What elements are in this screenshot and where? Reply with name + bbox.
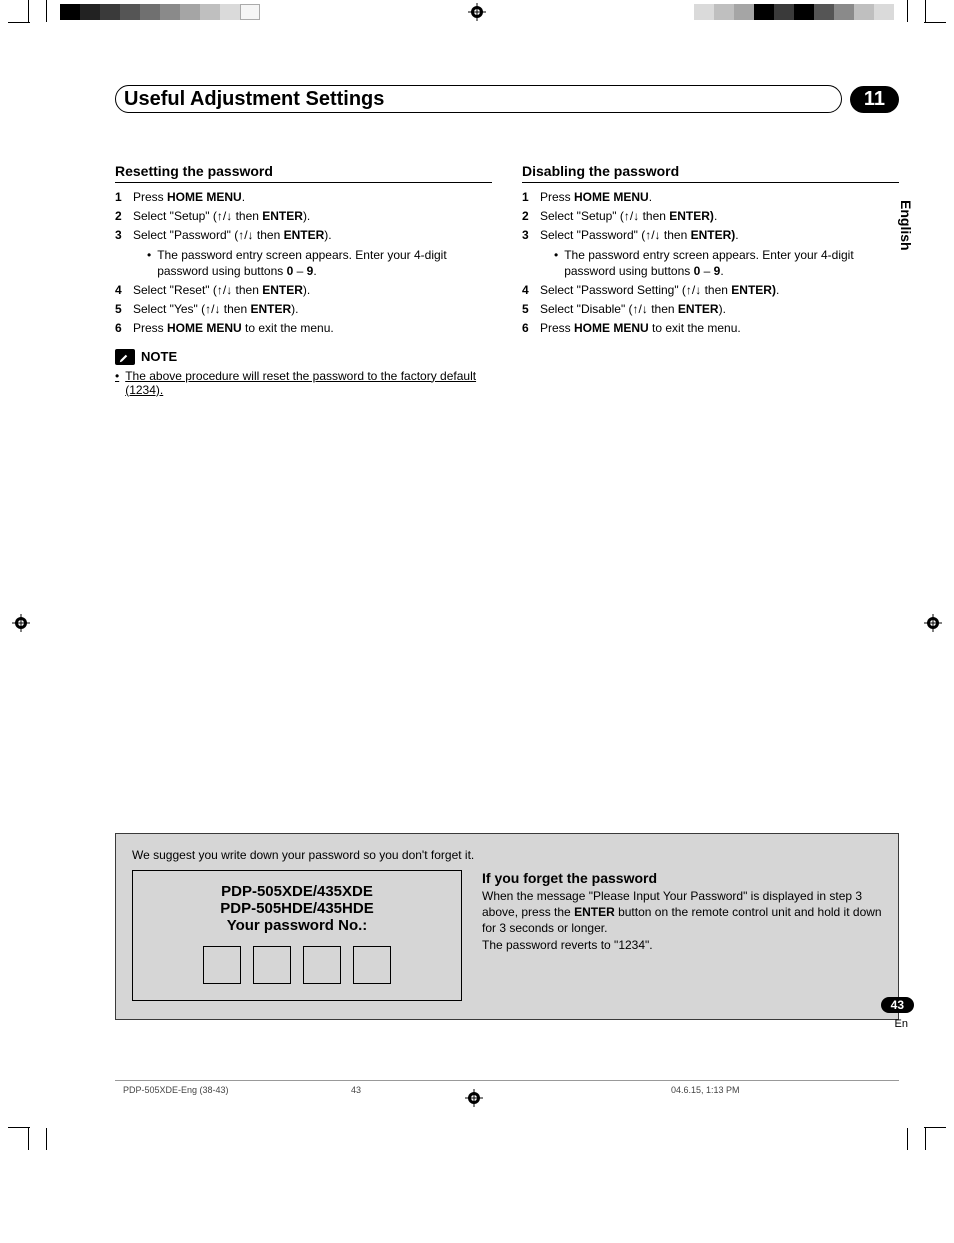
forgot-heading: If you forget the password	[482, 870, 882, 886]
step-number: 3	[115, 227, 133, 243]
forgot-text-2: The password reverts to "1234".	[482, 937, 882, 953]
step-text: Select "Yes" (↑/↓ then ENTER).	[133, 301, 492, 317]
step-number: 4	[522, 282, 540, 298]
step-item: 6Press HOME MENU to exit the menu.	[522, 320, 899, 336]
step-item: 5Select "Yes" (↑/↓ then ENTER).	[115, 301, 492, 317]
step-item: 3Select "Password" (↑/↓ then ENTER).	[522, 227, 899, 243]
model-line-2: PDP-505HDE/435HDE	[147, 900, 447, 917]
step-item: 4Select "Reset" (↑/↓ then ENTER).	[115, 282, 492, 298]
password-digit-box	[253, 946, 291, 984]
note-text: The above procedure will reset the passw…	[115, 369, 492, 397]
step-text: Select "Reset" (↑/↓ then ENTER).	[133, 282, 492, 298]
color-bar-right	[694, 4, 894, 20]
footer-doc-id: PDP-505XDE-Eng (38-43)	[115, 1085, 351, 1095]
step-text: Press HOME MENU.	[133, 189, 492, 205]
step-text: Select "Disable" (↑/↓ then ENTER).	[540, 301, 899, 317]
steps-disable: 1Press HOME MENU.2Select "Setup" (↑/↓ th…	[522, 189, 899, 337]
footer-timestamp: 04.6.15, 1:13 PM	[581, 1085, 899, 1095]
step-number: 1	[522, 189, 540, 205]
note-header: NOTE	[115, 349, 492, 365]
step-item: 1Press HOME MENU.	[115, 189, 492, 205]
step-number: 6	[522, 320, 540, 336]
password-label: Your password No.:	[147, 917, 447, 934]
language-tab: English	[898, 200, 914, 251]
step-number: 2	[522, 208, 540, 224]
step-text: Press HOME MENU.	[540, 189, 899, 205]
steps-reset: 1Press HOME MENU.2Select "Setup" (↑/↓ th…	[115, 189, 492, 337]
step-item: 2Select "Setup" (↑/↓ then ENTER).	[115, 208, 492, 224]
chapter-number-badge: 11	[850, 86, 899, 113]
print-marks-bottom	[0, 1125, 954, 1150]
section-heading-reset: Resetting the password	[115, 163, 492, 183]
suggest-text: We suggest you write down your password …	[132, 848, 882, 862]
right-column: Disabling the password 1Press HOME MENU.…	[522, 163, 899, 823]
password-digit-box	[303, 946, 341, 984]
model-line-1: PDP-505XDE/435XDE	[147, 883, 447, 900]
step-item: 3Select "Password" (↑/↓ then ENTER).	[115, 227, 492, 243]
step-number: 4	[115, 282, 133, 298]
step-number: 6	[115, 320, 133, 336]
password-digit-box	[353, 946, 391, 984]
step-item: 2Select "Setup" (↑/↓ then ENTER).	[522, 208, 899, 224]
registration-mark-bottom	[465, 1089, 483, 1107]
footer-line: PDP-505XDE-Eng (38-43) 43 04.6.15, 1:13 …	[115, 1080, 899, 1095]
registration-mark-top	[468, 3, 486, 21]
step-item: 1Press HOME MENU.	[522, 189, 899, 205]
step-text: Select "Password" (↑/↓ then ENTER).	[540, 227, 899, 243]
forgot-text-1: When the message "Please Input Your Pass…	[482, 888, 882, 937]
forgot-block: If you forget the password When the mess…	[482, 870, 882, 1001]
step-number: 5	[115, 301, 133, 317]
print-marks-top	[0, 0, 954, 25]
step-text: Select "Setup" (↑/↓ then ENTER).	[540, 208, 899, 224]
color-bar-left	[60, 4, 260, 20]
password-memo-box: We suggest you write down your password …	[115, 833, 899, 1020]
step-item: 6Press HOME MENU to exit the menu.	[115, 320, 492, 336]
step-number: 2	[115, 208, 133, 224]
page-lang-sub: En	[895, 1018, 908, 1030]
page-content: Useful Adjustment Settings 11 English Re…	[0, 25, 954, 1125]
chapter-header: Useful Adjustment Settings 11	[115, 85, 899, 113]
step-text: Press HOME MENU to exit the menu.	[540, 320, 899, 336]
step-number: 1	[115, 189, 133, 205]
page-number-badge: 43	[881, 997, 914, 1013]
step-sub-bullet: The password entry screen appears. Enter…	[554, 247, 899, 279]
step-number: 3	[522, 227, 540, 243]
step-text: Select "Password Setting" (↑/↓ then ENTE…	[540, 282, 899, 298]
step-text: Press HOME MENU to exit the menu.	[133, 320, 492, 336]
note-label: NOTE	[141, 349, 177, 364]
step-sub-bullet: The password entry screen appears. Enter…	[147, 247, 492, 279]
step-text: Select "Password" (↑/↓ then ENTER).	[133, 227, 492, 243]
password-card: PDP-505XDE/435XDE PDP-505HDE/435HDE Your…	[132, 870, 462, 1001]
chapter-title: Useful Adjustment Settings	[124, 88, 384, 111]
step-item: 5Select "Disable" (↑/↓ then ENTER).	[522, 301, 899, 317]
password-digit-box	[203, 946, 241, 984]
section-heading-disable: Disabling the password	[522, 163, 899, 183]
step-text: Select "Setup" (↑/↓ then ENTER).	[133, 208, 492, 224]
step-item: 4Select "Password Setting" (↑/↓ then ENT…	[522, 282, 899, 298]
pencil-icon	[115, 349, 135, 365]
left-column: Resetting the password 1Press HOME MENU.…	[115, 163, 492, 823]
step-number: 5	[522, 301, 540, 317]
